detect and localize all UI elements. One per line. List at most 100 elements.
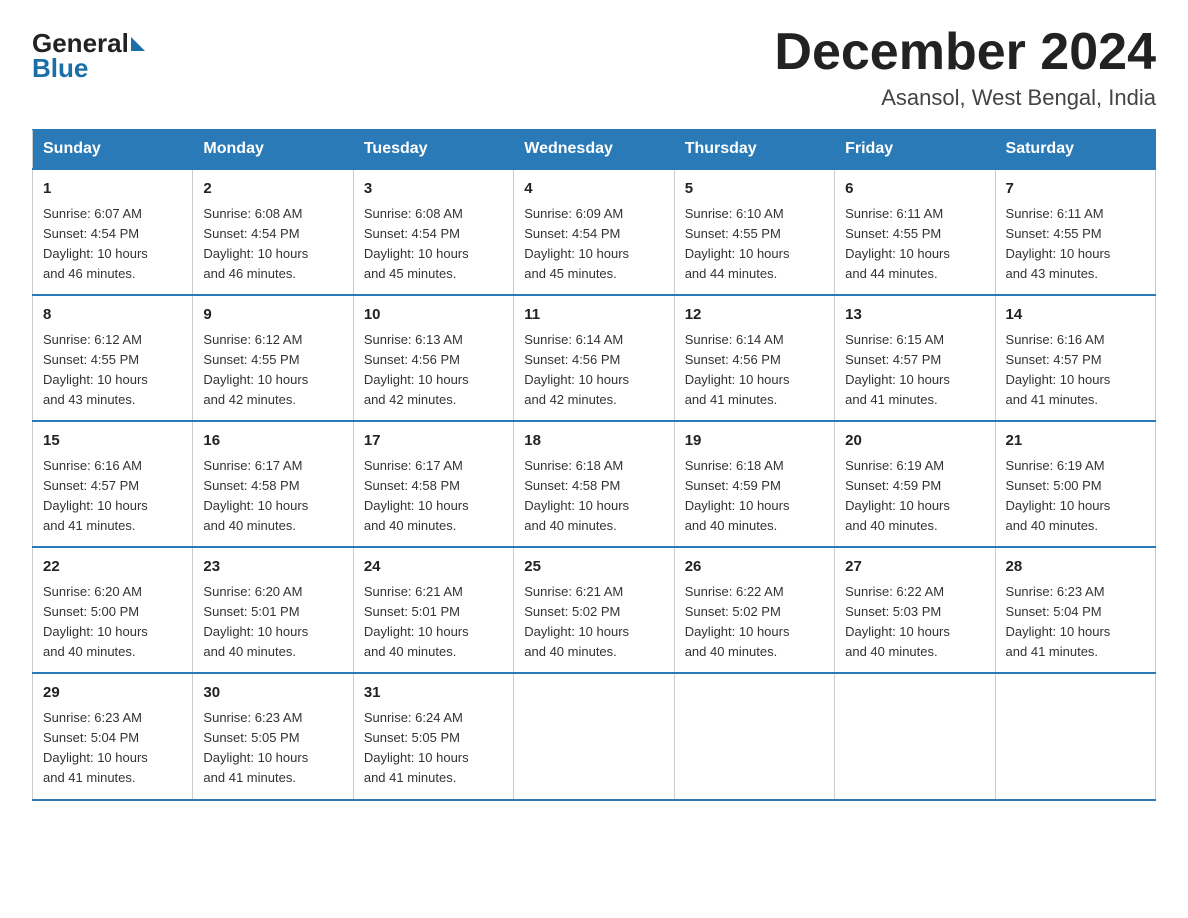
day-info: Sunrise: 6:21 AMSunset: 5:01 PMDaylight:… — [364, 582, 503, 663]
day-cell-31: 31 Sunrise: 6:24 AMSunset: 5:05 PMDayligh… — [353, 673, 513, 799]
column-header-thursday: Thursday — [674, 130, 834, 170]
day-number: 9 — [203, 304, 342, 327]
week-row-5: 29 Sunrise: 6:23 AMSunset: 5:04 PMDayligh… — [33, 673, 1156, 799]
day-number: 31 — [364, 682, 503, 705]
day-info: Sunrise: 6:17 AMSunset: 4:58 PMDaylight:… — [203, 456, 342, 537]
day-cell-11: 11 Sunrise: 6:14 AMSunset: 4:56 PMDayligh… — [514, 295, 674, 421]
location-title: Asansol, West Bengal, India — [774, 85, 1156, 111]
day-cell-22: 22 Sunrise: 6:20 AMSunset: 5:00 PMDayligh… — [33, 547, 193, 673]
day-cell-20: 20Sunrise: 6:19 AMSunset: 4:59 PMDayligh… — [835, 421, 995, 547]
day-cell-17: 17 Sunrise: 6:17 AMSunset: 4:58 PMDayligh… — [353, 421, 513, 547]
day-number: 11 — [524, 304, 663, 327]
day-number: 29 — [43, 682, 182, 705]
day-number: 25 — [524, 556, 663, 579]
day-number: 7 — [1006, 178, 1145, 201]
day-cell-9: 9Sunrise: 6:12 AMSunset: 4:55 PMDaylight… — [193, 295, 353, 421]
day-number: 23 — [203, 556, 342, 579]
empty-cell — [835, 673, 995, 799]
day-cell-16: 16 Sunrise: 6:17 AMSunset: 4:58 PMDayligh… — [193, 421, 353, 547]
empty-cell — [514, 673, 674, 799]
day-info: Sunrise: 6:21 AMSunset: 5:02 PMDaylight:… — [524, 582, 663, 663]
day-info: Sunrise: 6:19 AMSunset: 5:00 PMDaylight:… — [1006, 456, 1145, 537]
day-number: 19 — [685, 430, 824, 453]
day-cell-19: 19 Sunrise: 6:18 AMSunset: 4:59 PMDayligh… — [674, 421, 834, 547]
day-info: Sunrise: 6:20 AMSunset: 5:01 PMDaylight:… — [203, 582, 342, 663]
day-cell-27: 27 Sunrise: 6:22 AMSunset: 5:03 PMDayligh… — [835, 547, 995, 673]
day-cell-14: 14 Sunrise: 6:16 AMSunset: 4:57 PMDayligh… — [995, 295, 1155, 421]
day-info: Sunrise: 6:17 AMSunset: 4:58 PMDaylight:… — [364, 456, 503, 537]
logo-arrow-icon — [131, 37, 145, 51]
column-header-tuesday: Tuesday — [353, 130, 513, 170]
week-row-3: 15 Sunrise: 6:16 AMSunset: 4:57 PMDayligh… — [33, 421, 1156, 547]
day-cell-30: 30Sunrise: 6:23 AMSunset: 5:05 PMDayligh… — [193, 673, 353, 799]
day-cell-4: 4 Sunrise: 6:09 AMSunset: 4:54 PMDaylight… — [514, 169, 674, 295]
day-number: 16 — [203, 430, 342, 453]
day-number: 6 — [845, 178, 984, 201]
day-cell-6: 6Sunrise: 6:11 AMSunset: 4:55 PMDaylight… — [835, 169, 995, 295]
day-cell-5: 5 Sunrise: 6:10 AMSunset: 4:55 PMDaylight… — [674, 169, 834, 295]
day-cell-26: 26 Sunrise: 6:22 AMSunset: 5:02 PMDayligh… — [674, 547, 834, 673]
column-header-saturday: Saturday — [995, 130, 1155, 170]
day-info: Sunrise: 6:16 AMSunset: 4:57 PMDaylight:… — [1006, 330, 1145, 411]
day-cell-15: 15 Sunrise: 6:16 AMSunset: 4:57 PMDayligh… — [33, 421, 193, 547]
day-number: 18 — [524, 430, 663, 453]
day-info: Sunrise: 6:11 AMSunset: 4:55 PMDaylight:… — [1006, 204, 1145, 285]
day-number: 12 — [685, 304, 824, 327]
day-cell-1: 1Sunrise: 6:07 AMSunset: 4:54 PMDaylight… — [33, 169, 193, 295]
day-cell-13: 13 Sunrise: 6:15 AMSunset: 4:57 PMDayligh… — [835, 295, 995, 421]
day-number: 13 — [845, 304, 984, 327]
day-cell-12: 12 Sunrise: 6:14 AMSunset: 4:56 PMDayligh… — [674, 295, 834, 421]
day-number: 28 — [1006, 556, 1145, 579]
column-header-monday: Monday — [193, 130, 353, 170]
day-info: Sunrise: 6:08 AMSunset: 4:54 PMDaylight:… — [203, 204, 342, 285]
day-cell-21: 21 Sunrise: 6:19 AMSunset: 5:00 PMDayligh… — [995, 421, 1155, 547]
day-cell-23: 23 Sunrise: 6:20 AMSunset: 5:01 PMDayligh… — [193, 547, 353, 673]
day-info: Sunrise: 6:16 AMSunset: 4:57 PMDaylight:… — [43, 456, 182, 537]
day-info: Sunrise: 6:15 AMSunset: 4:57 PMDaylight:… — [845, 330, 984, 411]
column-header-friday: Friday — [835, 130, 995, 170]
header: General Blue December 2024 Asansol, West… — [32, 24, 1156, 111]
day-number: 26 — [685, 556, 824, 579]
day-number: 17 — [364, 430, 503, 453]
day-number: 5 — [685, 178, 824, 201]
empty-cell — [674, 673, 834, 799]
week-row-1: 1Sunrise: 6:07 AMSunset: 4:54 PMDaylight… — [33, 169, 1156, 295]
day-info: Sunrise: 6:14 AMSunset: 4:56 PMDaylight:… — [524, 330, 663, 411]
day-number: 15 — [43, 430, 182, 453]
day-info: Sunrise: 6:24 AMSunset: 5:05 PMDaylight:… — [364, 708, 503, 789]
day-info: Sunrise: 6:20 AMSunset: 5:00 PMDaylight:… — [43, 582, 182, 663]
day-info: Sunrise: 6:08 AMSunset: 4:54 PMDaylight:… — [364, 204, 503, 285]
day-info: Sunrise: 6:23 AMSunset: 5:05 PMDaylight:… — [203, 708, 342, 789]
day-cell-18: 18Sunrise: 6:18 AMSunset: 4:58 PMDayligh… — [514, 421, 674, 547]
day-info: Sunrise: 6:22 AMSunset: 5:03 PMDaylight:… — [845, 582, 984, 663]
week-row-2: 8 Sunrise: 6:12 AMSunset: 4:55 PMDaylight… — [33, 295, 1156, 421]
day-cell-2: 2Sunrise: 6:08 AMSunset: 4:54 PMDaylight… — [193, 169, 353, 295]
day-info: Sunrise: 6:09 AMSunset: 4:54 PMDaylight:… — [524, 204, 663, 285]
day-number: 27 — [845, 556, 984, 579]
calendar-table: SundayMondayTuesdayWednesdayThursdayFrid… — [32, 129, 1156, 800]
day-cell-8: 8 Sunrise: 6:12 AMSunset: 4:55 PMDaylight… — [33, 295, 193, 421]
day-info: Sunrise: 6:23 AMSunset: 5:04 PMDaylight:… — [1006, 582, 1145, 663]
day-number: 4 — [524, 178, 663, 201]
title-area: December 2024 Asansol, West Bengal, Indi… — [774, 24, 1156, 111]
day-info: Sunrise: 6:14 AMSunset: 4:56 PMDaylight:… — [685, 330, 824, 411]
day-cell-3: 3 Sunrise: 6:08 AMSunset: 4:54 PMDaylight… — [353, 169, 513, 295]
day-number: 8 — [43, 304, 182, 327]
day-number: 14 — [1006, 304, 1145, 327]
column-header-wednesday: Wednesday — [514, 130, 674, 170]
calendar-header-row: SundayMondayTuesdayWednesdayThursdayFrid… — [33, 130, 1156, 170]
day-info: Sunrise: 6:12 AMSunset: 4:55 PMDaylight:… — [43, 330, 182, 411]
day-info: Sunrise: 6:22 AMSunset: 5:02 PMDaylight:… — [685, 582, 824, 663]
day-number: 3 — [364, 178, 503, 201]
day-number: 22 — [43, 556, 182, 579]
week-row-4: 22 Sunrise: 6:20 AMSunset: 5:00 PMDayligh… — [33, 547, 1156, 673]
day-cell-29: 29 Sunrise: 6:23 AMSunset: 5:04 PMDayligh… — [33, 673, 193, 799]
day-cell-10: 10Sunrise: 6:13 AMSunset: 4:56 PMDayligh… — [353, 295, 513, 421]
day-info: Sunrise: 6:10 AMSunset: 4:55 PMDaylight:… — [685, 204, 824, 285]
day-info: Sunrise: 6:18 AMSunset: 4:59 PMDaylight:… — [685, 456, 824, 537]
day-info: Sunrise: 6:23 AMSunset: 5:04 PMDaylight:… — [43, 708, 182, 789]
day-number: 21 — [1006, 430, 1145, 453]
day-cell-28: 28 Sunrise: 6:23 AMSunset: 5:04 PMDayligh… — [995, 547, 1155, 673]
logo: General Blue — [32, 28, 147, 84]
month-title: December 2024 — [774, 24, 1156, 81]
